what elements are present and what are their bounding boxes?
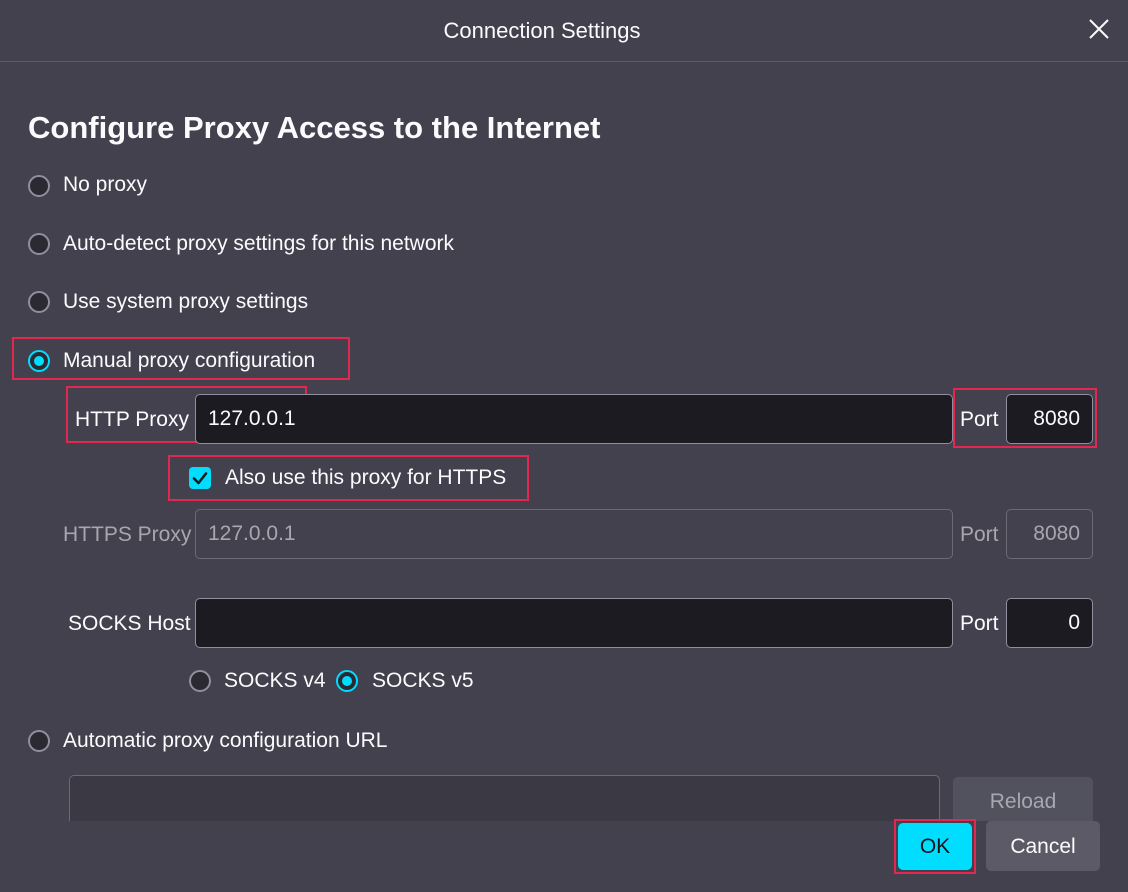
- page-title: Configure Proxy Access to the Internet: [28, 110, 601, 145]
- https-proxy-input: 127.0.0.1: [195, 509, 953, 559]
- ok-button[interactable]: OK: [898, 823, 972, 870]
- socks-host-input[interactable]: [195, 598, 953, 648]
- system-proxy-label: Use system proxy settings: [63, 290, 309, 313]
- manual-proxy-label: Manual proxy configuration: [63, 349, 316, 372]
- http-proxy-label: HTTP Proxy: [75, 408, 189, 431]
- radio-socks-v5[interactable]: [336, 670, 358, 692]
- https-port-input: 8080: [1006, 509, 1093, 559]
- dialog-title: Connection Settings: [443, 18, 641, 43]
- radio-socks-v4[interactable]: [189, 670, 211, 692]
- socks-v4-label: SOCKS v4: [224, 669, 326, 692]
- auto-config-url-label: Automatic proxy configuration URL: [63, 729, 388, 752]
- no-proxy-label: No proxy: [63, 173, 148, 196]
- auto-detect-label: Auto-detect proxy settings for this netw…: [63, 232, 455, 255]
- https-port-label: Port: [960, 523, 999, 546]
- auto-config-url-input: [69, 775, 940, 821]
- socks-port-label: Port: [960, 612, 999, 635]
- socks-host-label: SOCKS Host: [68, 612, 191, 635]
- radio-no-proxy[interactable]: [28, 175, 50, 197]
- reload-button: Reload: [953, 777, 1093, 821]
- radio-manual-proxy[interactable]: [28, 350, 50, 372]
- checkmark-icon: [192, 472, 208, 485]
- also-https-checkbox[interactable]: [189, 467, 211, 489]
- http-port-label: Port: [960, 408, 999, 431]
- http-proxy-input[interactable]: 127.0.0.1: [195, 394, 953, 444]
- socks-v5-label: SOCKS v5: [372, 669, 474, 692]
- close-icon[interactable]: [1084, 14, 1114, 44]
- radio-system-proxy[interactable]: [28, 291, 50, 313]
- radio-auto-detect[interactable]: [28, 233, 50, 255]
- socks-port-input[interactable]: 0: [1006, 598, 1093, 648]
- also-https-label: Also use this proxy for HTTPS: [225, 466, 507, 489]
- http-port-input[interactable]: 8080: [1006, 394, 1093, 444]
- https-proxy-label: HTTPS Proxy: [63, 523, 192, 546]
- radio-auto-config-url[interactable]: [28, 730, 50, 752]
- cancel-button[interactable]: Cancel: [986, 821, 1100, 871]
